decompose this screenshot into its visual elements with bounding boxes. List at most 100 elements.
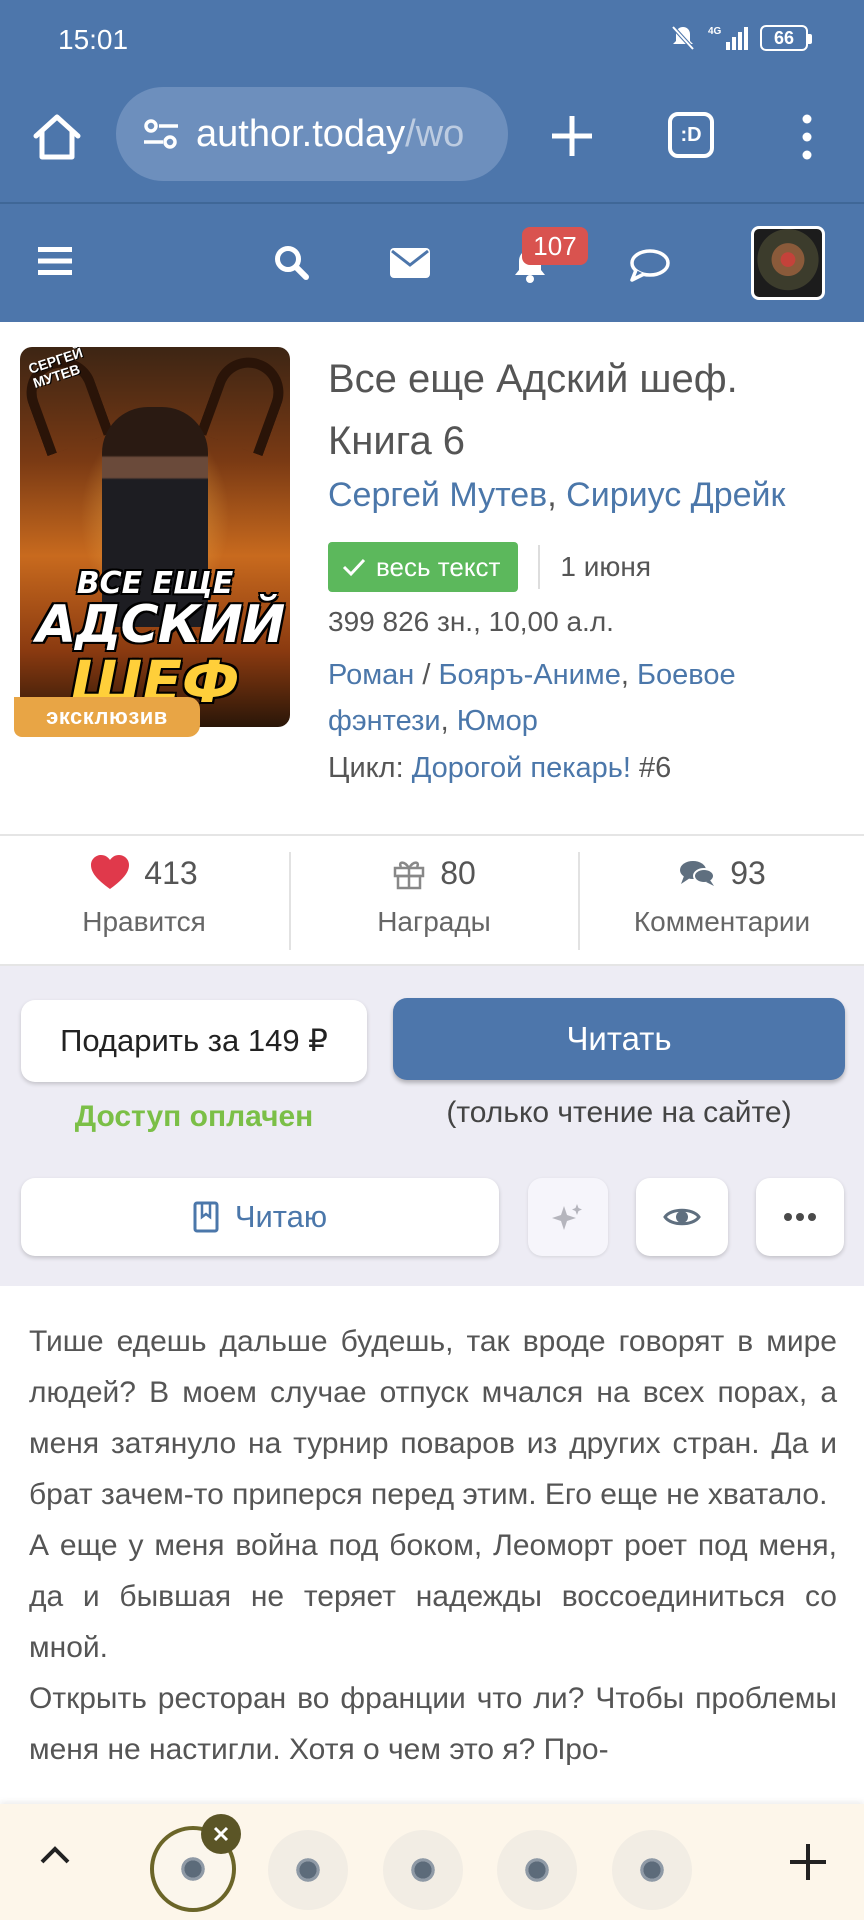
notifications-badge[interactable]: 107 [522,227,588,265]
book-title: Все еще Адский шеф. Книга 6 [328,357,738,463]
mute-bell-icon [671,25,695,51]
genre-link-4[interactable]: Юмор [457,705,538,737]
book-authors: Сергей Мутев, Сириус Дрейк [328,476,785,515]
url-host: author.today [196,112,406,155]
battery-indicator: 66 [760,25,812,51]
book-genres: Роман / Бояръ-Аниме, Боевое фэнтези, Юмо… [328,652,828,744]
tab-thumbnail[interactable] [383,1830,463,1910]
tune-icon[interactable] [142,118,180,150]
new-tab-plus-icon[interactable] [546,110,598,162]
site-favicon-icon [637,1855,667,1885]
read-note: (только чтение на сайте) [446,1096,792,1129]
awards-top: 80 [290,848,578,898]
gift-button[interactable]: Подарить за 149 ₽ [21,1000,367,1082]
annotation-paragraph-2: А еще у меня война под боком, Леоморт ро… [29,1529,837,1664]
full-text-label: весь текст [376,551,501,582]
address-bar[interactable]: author.today/wo [116,87,508,181]
cover-horn-right [196,347,290,457]
network-type: 4G [708,26,722,37]
gift-icon [393,861,425,890]
comments-stat[interactable]: 93 Комментарии [578,848,864,958]
close-icon [213,1826,229,1842]
signal-icon: 4G [708,26,748,50]
book-cycle: Цикл: Дорогой пекарь! #6 [328,752,671,785]
close-tab-button[interactable] [201,1814,241,1854]
author-link-2[interactable]: Сириус Дрейк [566,476,785,514]
reading-label: Читаю [234,1199,328,1234]
comments-icon [680,861,716,886]
menu-icon[interactable] [38,246,72,276]
site-favicon-icon [522,1855,552,1885]
full-text-badge: весь текст [328,542,519,592]
search-icon[interactable] [273,244,309,280]
mail-icon[interactable] [390,248,430,278]
read-button[interactable]: Читать [393,998,845,1080]
book-size: 399 826 зн., 10,00 а.л. [328,606,614,637]
bookmark-icon [193,1201,219,1233]
book-annotation: Тише едешь дальше будешь, так вроде гово… [29,1316,837,1775]
annotation-paragraph-3: Открыть ресторан во франции что ли? Чтоб… [29,1682,837,1766]
eye-icon [663,1208,701,1226]
likes-top: 413 [0,848,288,898]
url-text: author.today/wo [196,113,464,156]
genre-link-1[interactable]: Роман [328,659,414,691]
awards-stat[interactable]: 80 Награды [290,848,578,958]
access-paid-label: Доступ оплачен [74,1100,314,1133]
author-link-1[interactable]: Сергей Мутев [328,476,547,514]
stats-bottom-divider [0,964,864,966]
book-status-row: весь текст 1 июня [328,542,651,592]
publish-date: 1 июня [560,551,652,582]
site-favicon-icon [178,1854,208,1884]
recommend-button[interactable] [528,1178,608,1256]
genre-sep-2: , [620,659,637,691]
home-icon[interactable] [30,110,84,164]
tab-thumbnail[interactable] [497,1830,577,1910]
genre-sep-1: / [414,659,439,691]
sparkle-icon [552,1204,582,1230]
url-path: /wo [405,112,465,155]
likes-count: 413 [144,854,198,891]
browser-toolbar: author.today/wo :D [0,82,864,202]
cover-title-art: ВСЕ ЕЩЕ АДСКИЙ ШЕФ [36,569,285,712]
book-cover[interactable]: СЕРГЕЙ МУТЕВ ВСЕ ЕЩЕ АДСКИЙ ШЕФ [20,347,290,727]
tab-thumbnail[interactable] [612,1830,692,1910]
reading-button[interactable]: Читаю [21,1178,499,1256]
stats-top-divider [0,834,864,836]
cycle-label: Цикл: [328,752,412,784]
tab-thumbnail[interactable] [268,1830,348,1910]
site-nav: 107 [0,204,864,322]
status-bar: 15:01 4G 66 [0,0,864,82]
exclusive-badge: эксклюзив [14,697,200,737]
genre-link-2[interactable]: Бояръ-Аниме [438,659,620,691]
comments-count: 93 [730,854,766,891]
comments-top: 93 [578,848,864,898]
authors-separator: , [547,476,567,514]
more-button[interactable] [756,1178,844,1256]
cycle-number: #6 [630,752,672,784]
site-favicon-icon [408,1855,438,1885]
more-icon [784,1213,816,1221]
likes-label: Нравится [82,906,206,937]
awards-count: 80 [440,854,476,891]
cover-title-line2: АДСКИЙ [36,595,285,655]
annotation-paragraph-1: Тише едешь дальше будешь, так вроде гово… [29,1325,837,1511]
watch-button[interactable] [636,1178,728,1256]
status-icons: 4G 66 [670,24,812,52]
status-divider [538,545,541,589]
chevron-up-icon[interactable] [38,1844,72,1866]
likes-stat[interactable]: 413 Нравится [0,848,288,958]
genre-sep-3: , [440,705,457,737]
awards-label: Награды [377,906,491,937]
cycle-link[interactable]: Дорогой пекарь! [412,752,631,784]
status-time: 15:01 [58,24,129,55]
check-icon [342,558,366,577]
user-avatar[interactable] [751,226,825,300]
kebab-icon[interactable] [790,112,824,162]
comments-label: Комментарии [633,906,811,937]
tabs-button[interactable]: :D [668,112,714,158]
chat-icon[interactable] [628,248,672,282]
add-tab-plus-icon[interactable] [786,1840,830,1884]
site-favicon-icon [293,1855,323,1885]
bottom-tab-bar [0,1804,864,1920]
heart-icon [91,855,130,889]
